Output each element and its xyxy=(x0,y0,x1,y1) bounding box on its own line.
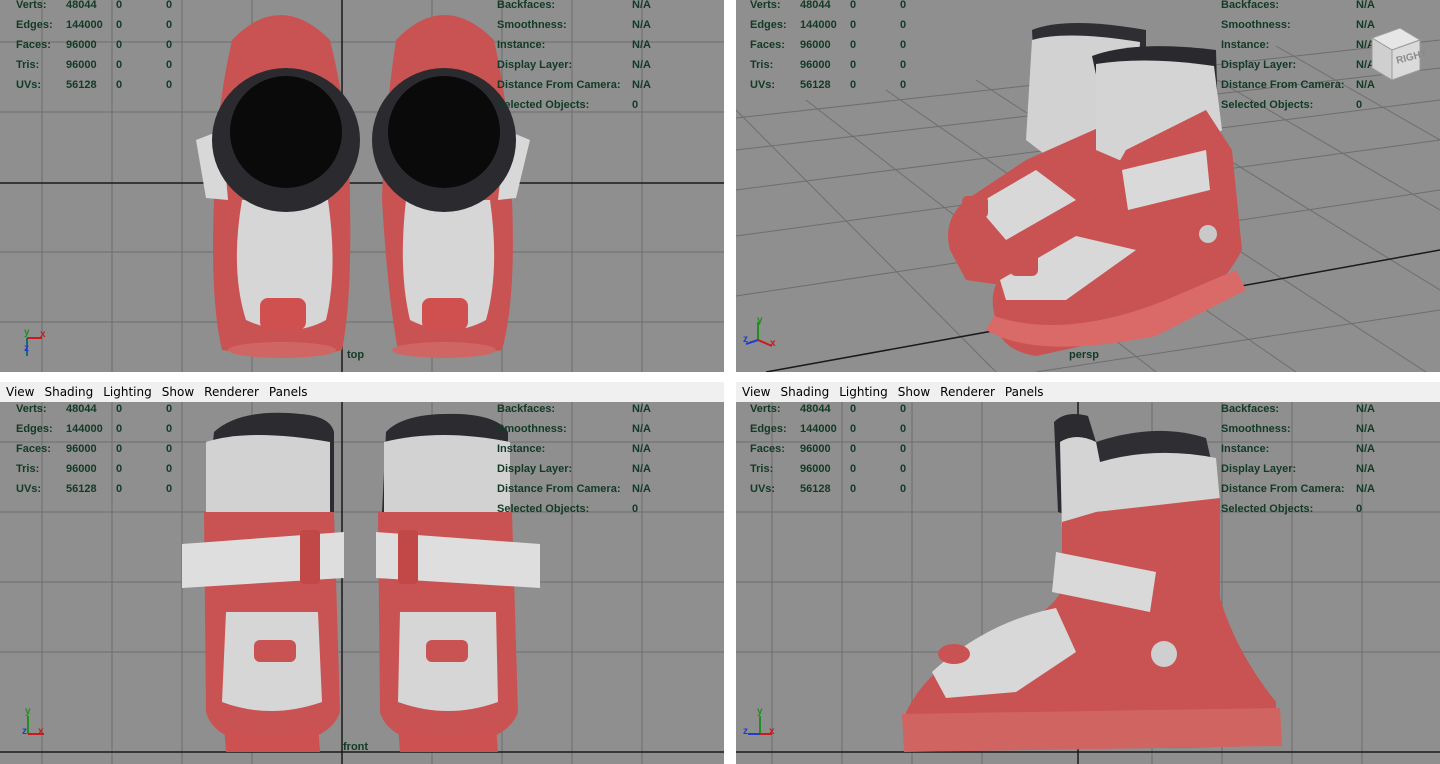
menu-show[interactable]: Show xyxy=(898,385,930,399)
viewport-panel-front[interactable]: View Shading Lighting Show Renderer Pane… xyxy=(0,378,724,764)
menu-lighting[interactable]: Lighting xyxy=(103,385,152,399)
axis-x-label: x xyxy=(40,329,46,340)
axis-gizmo-front: y z x xyxy=(22,706,44,737)
scene-side xyxy=(736,402,1440,764)
camera-label-front: front xyxy=(343,741,369,753)
axis-y-label: y xyxy=(24,327,30,338)
scene-front xyxy=(0,402,724,764)
menu-renderer[interactable]: Renderer xyxy=(204,385,259,399)
panel-divider-horizontal[interactable] xyxy=(0,372,1440,378)
grid-front xyxy=(0,402,724,764)
menu-lighting[interactable]: Lighting xyxy=(839,385,888,399)
boot-left-front xyxy=(182,412,344,752)
menu-panels[interactable]: Panels xyxy=(1005,385,1044,399)
viewcube[interactable]: RIGHT xyxy=(1366,22,1428,82)
grid-top xyxy=(0,0,724,372)
scene-top xyxy=(0,0,724,372)
panel-menubar-side: View Shading Lighting Show Renderer Pane… xyxy=(736,382,1440,402)
viewport-panel-persp[interactable]: Verts: 48044 0 0 Edges: 144000 0 0 Faces: 96000… xyxy=(736,0,1440,372)
camera-label-persp: persp xyxy=(1069,349,1099,361)
scene-persp xyxy=(736,23,1440,372)
panel-divider-vertical[interactable] xyxy=(724,0,736,764)
axis-gizmo-side: y z x xyxy=(743,706,775,737)
viewport-panel-side[interactable]: View Shading Lighting Show Renderer Pane… xyxy=(736,378,1440,764)
viewport-top[interactable]: Verts: 48044 0 0 Edges: 144000 0 0 Faces: 96000… xyxy=(0,0,724,372)
viewport-side[interactable]: Verts: 48044 0 0 Edges: 144000 0 0 Faces: 96000… xyxy=(736,402,1440,764)
menu-view[interactable]: View xyxy=(6,385,34,399)
axis-gizmo-persp: y z x xyxy=(743,315,776,349)
axis-z-label: z xyxy=(24,343,29,354)
viewport-front[interactable]: Verts: 48044 0 0 Edges: 144000 0 0 Faces: 96000… xyxy=(0,402,724,764)
viewport-panel-top[interactable]: Verts: 48044 0 0 Edges: 144000 0 0 Faces: 96000… xyxy=(0,0,724,372)
menu-shading[interactable]: Shading xyxy=(44,385,93,399)
menu-panels[interactable]: Panels xyxy=(269,385,308,399)
menu-show[interactable]: Show xyxy=(162,385,194,399)
boot-left-top xyxy=(196,15,360,358)
menu-renderer[interactable]: Renderer xyxy=(940,385,995,399)
viewport-persp[interactable]: Verts: 48044 0 0 Edges: 144000 0 0 Faces: 96000… xyxy=(736,0,1440,372)
menu-view[interactable]: View xyxy=(742,385,770,399)
panel-menubar-front: View Shading Lighting Show Renderer Pane… xyxy=(0,382,724,402)
axis-gizmo-top: y x z xyxy=(18,326,58,366)
camera-label-top: top xyxy=(347,349,365,361)
menu-shading[interactable]: Shading xyxy=(780,385,829,399)
